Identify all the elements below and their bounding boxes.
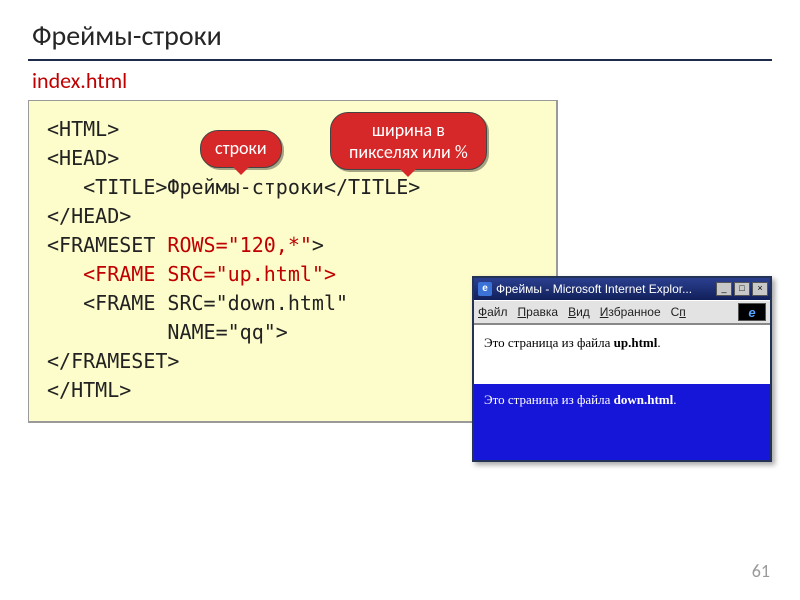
frame-bottom: Это страница из файла down.html. [474, 384, 770, 460]
divider [28, 59, 772, 61]
minimize-button[interactable]: _ [716, 282, 732, 296]
page-number: 61 [752, 560, 770, 582]
maximize-button[interactable]: □ [734, 282, 750, 296]
slide-title: Фреймы-строки [0, 0, 800, 59]
code-highlight: ROWS="120,*" [167, 233, 312, 257]
menu-file[interactable]: ФФайлайл [478, 305, 508, 319]
callout-rows: строки [200, 130, 282, 168]
code-line: <HEAD> [47, 146, 119, 170]
frame-bottom-filename: down.html [614, 392, 674, 407]
menu-more[interactable]: Сп [671, 305, 686, 319]
window-titlebar: e Фреймы - Microsoft Internet Explor... … [474, 278, 770, 300]
code-line: </HTML> [47, 378, 131, 402]
code-line: <HTML> [47, 117, 119, 141]
callout-line: пикселях или % [349, 141, 468, 163]
code-line: <FRAMESET [47, 233, 167, 257]
code-line: > [312, 233, 324, 257]
callout-line: ширина в [349, 119, 468, 141]
callout-width: ширина в пикселях или % [330, 112, 487, 170]
menu-view[interactable]: Вид [568, 305, 590, 319]
menu-bar: ФФайлайл Правка Вид Избранное Сп [474, 300, 770, 324]
frame-bottom-text: Это страница из файла [484, 392, 614, 407]
filename-label: index.html [0, 67, 800, 94]
code-line: </HEAD> [47, 204, 131, 228]
browser-window: e Фреймы - Microsoft Internet Explor... … [472, 276, 772, 462]
frame-top: Это страница из файла up.html. [474, 324, 770, 384]
code-line: NAME="qq"> [47, 320, 288, 344]
code-line: </FRAMESET> [47, 349, 179, 373]
menu-favorites[interactable]: Избранное [600, 305, 661, 319]
menu-edit[interactable]: Правка [518, 305, 559, 319]
frame-top-filename: up.html [614, 335, 658, 350]
ie-icon: e [478, 282, 492, 296]
code-highlight: <FRAME SRC="up.html"> [47, 262, 336, 286]
ie-logo-icon [738, 303, 766, 321]
code-line: <FRAME SRC="down.html" [47, 291, 348, 315]
code-line: <TITLE> [47, 175, 167, 199]
window-title: Фреймы - Microsoft Internet Explor... [496, 282, 714, 296]
frame-top-text: Это страница из файла [484, 335, 614, 350]
close-button[interactable]: × [752, 282, 768, 296]
